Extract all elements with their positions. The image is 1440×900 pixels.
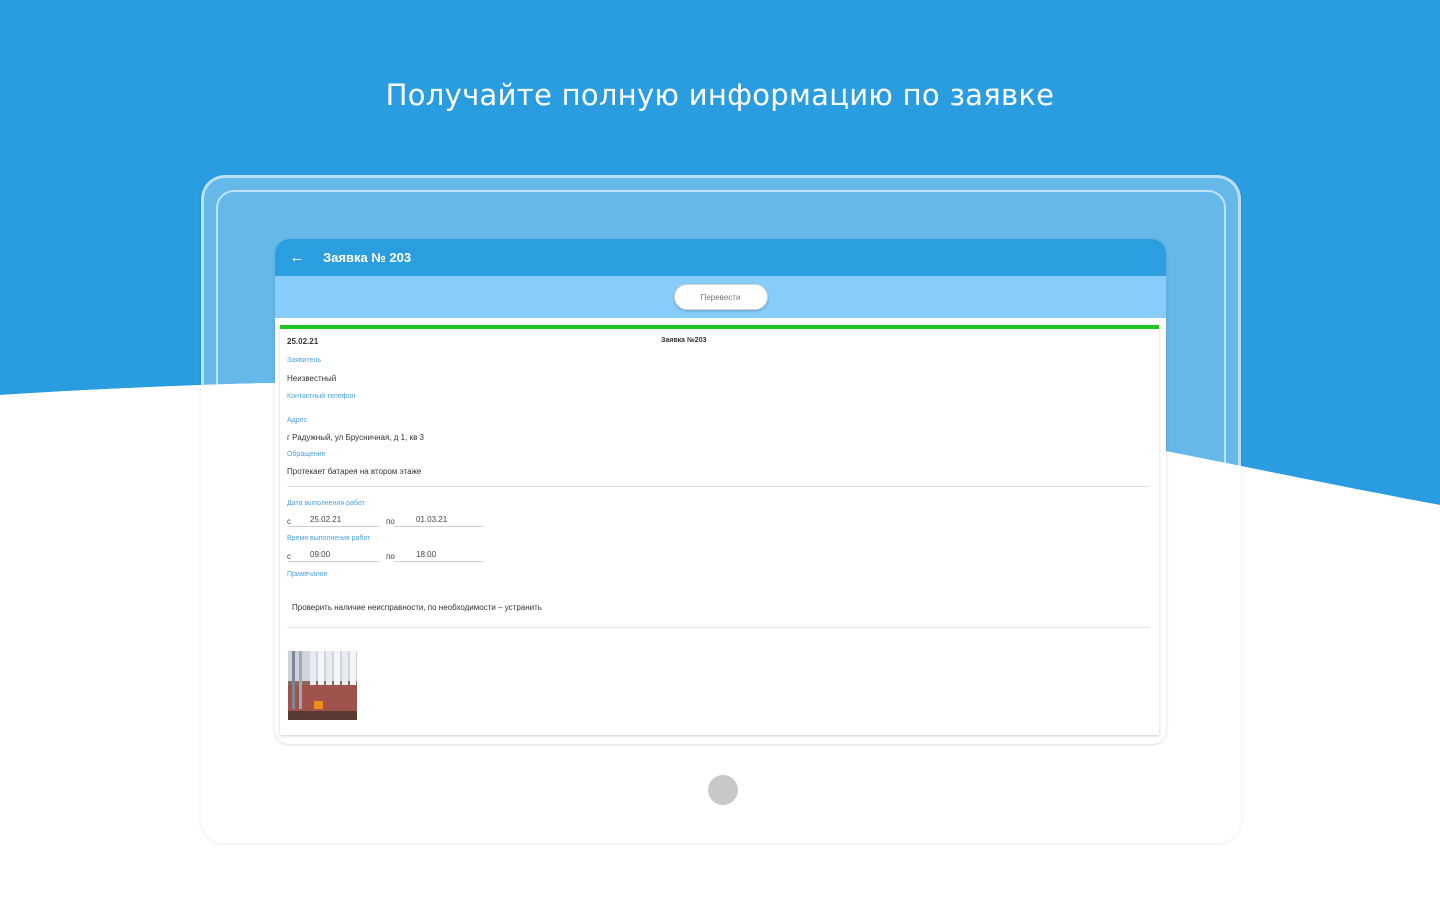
date-to-field[interactable]: 01.03.21 bbox=[394, 515, 484, 527]
divider bbox=[287, 627, 1150, 628]
applicant-label: Заявитель bbox=[287, 357, 322, 364]
date-from-field[interactable]: 25.02.21 bbox=[288, 515, 380, 527]
phone-label: Контактный телефон bbox=[287, 393, 356, 400]
app-bar: ← Заявка № 203 bbox=[275, 239, 1166, 276]
note-label: Примечание bbox=[287, 571, 328, 578]
action-bar: Перевести bbox=[275, 276, 1166, 318]
headline: Получайте полную информацию по заявке bbox=[385, 78, 1055, 112]
arrow-left-icon[interactable]: ← bbox=[275, 249, 319, 266]
request-number: Заявка №203 bbox=[661, 337, 707, 344]
address-value: г Радужный, ул Брусничная, д 1, кв 3 bbox=[287, 433, 424, 442]
work-time-label: Время выполнения работ bbox=[287, 535, 371, 542]
home-button[interactable] bbox=[708, 775, 738, 805]
appeal-label: Обращение bbox=[287, 451, 326, 458]
divider bbox=[287, 486, 1150, 487]
work-date-label: Дата выполнения работ bbox=[287, 500, 365, 507]
request-date: 25.02.21 bbox=[287, 337, 319, 346]
time-to-field[interactable]: 18:00 bbox=[394, 550, 484, 562]
applicant-value: Неизвестный bbox=[287, 374, 337, 383]
app-screen: ← Заявка № 203 Перевести 25.02.21 Заявка… bbox=[275, 239, 1166, 744]
time-from-field[interactable]: 09:00 bbox=[288, 550, 380, 562]
attachment-photo[interactable] bbox=[288, 651, 357, 720]
transfer-button[interactable]: Перевести bbox=[673, 284, 768, 310]
note-text: Проверить наличие неисправности, по необ… bbox=[292, 603, 542, 612]
request-card: 25.02.21 Заявка №203 Заявитель Неизвестн… bbox=[280, 325, 1159, 735]
address-label: Адрес bbox=[287, 417, 308, 424]
page-title: Заявка № 203 bbox=[323, 250, 412, 265]
appeal-value: Протекает батарея на втором этаже bbox=[287, 467, 422, 476]
